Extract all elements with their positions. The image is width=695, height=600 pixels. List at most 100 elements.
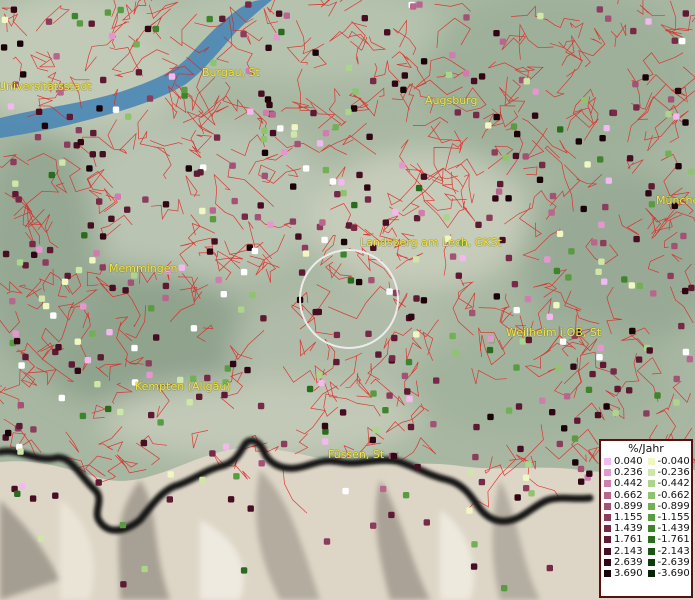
measurement-point[interactable] xyxy=(433,377,440,384)
measurement-point[interactable] xyxy=(148,305,155,312)
measurement-point[interactable] xyxy=(64,141,71,148)
measurement-point[interactable] xyxy=(315,308,322,316)
measurement-point[interactable] xyxy=(87,222,94,229)
measurement-point[interactable] xyxy=(114,193,121,200)
measurement-point[interactable] xyxy=(84,357,92,364)
measurement-point[interactable] xyxy=(510,123,518,130)
measurement-point[interactable] xyxy=(146,95,154,102)
measurement-point[interactable] xyxy=(596,6,603,13)
measurement-point[interactable] xyxy=(539,161,546,169)
measurement-point[interactable] xyxy=(491,149,498,156)
measurement-point[interactable] xyxy=(633,104,640,111)
measurement-point[interactable] xyxy=(262,109,270,117)
measurement-point[interactable] xyxy=(678,322,685,330)
measurement-point[interactable] xyxy=(31,251,38,258)
measurement-point[interactable] xyxy=(46,246,54,254)
measurement-point[interactable] xyxy=(17,448,24,455)
measurement-point[interactable] xyxy=(105,405,112,413)
measurement-point[interactable] xyxy=(449,52,456,59)
measurement-point[interactable] xyxy=(12,180,19,187)
measurement-point[interactable] xyxy=(323,538,331,545)
measurement-point[interactable] xyxy=(455,272,462,279)
measurement-point[interactable] xyxy=(141,565,148,573)
measurement-point[interactable] xyxy=(22,353,29,361)
measurement-point[interactable] xyxy=(79,412,87,420)
measurement-point[interactable] xyxy=(10,158,17,166)
measurement-point[interactable] xyxy=(524,295,532,303)
measurement-point[interactable] xyxy=(665,111,672,118)
map-canvas[interactable] xyxy=(0,0,695,600)
measurement-point[interactable] xyxy=(9,298,16,305)
measurement-point[interactable] xyxy=(563,393,571,400)
measurement-point[interactable] xyxy=(88,20,95,27)
measurement-point[interactable] xyxy=(414,463,421,471)
measurement-point[interactable] xyxy=(553,267,561,275)
measurement-point[interactable] xyxy=(71,12,79,20)
measurement-point[interactable] xyxy=(401,372,409,380)
measurement-point[interactable] xyxy=(258,460,265,467)
measurement-point[interactable] xyxy=(347,277,355,284)
measurement-point[interactable] xyxy=(574,417,581,424)
measurement-point[interactable] xyxy=(472,453,479,461)
measurement-point[interactable] xyxy=(322,166,330,174)
measurement-point[interactable] xyxy=(544,256,551,263)
measurement-point[interactable] xyxy=(626,387,633,394)
measurement-point[interactable] xyxy=(391,334,398,342)
measurement-point[interactable] xyxy=(605,15,612,22)
measurement-point[interactable] xyxy=(152,25,160,33)
measurement-point[interactable] xyxy=(430,421,437,428)
measurement-point[interactable] xyxy=(682,348,690,356)
measurement-point[interactable] xyxy=(372,426,379,434)
measurement-point[interactable] xyxy=(162,282,170,290)
measurement-point[interactable] xyxy=(555,365,562,372)
measurement-point[interactable] xyxy=(167,471,174,478)
measurement-point[interactable] xyxy=(106,329,113,336)
measurement-point[interactable] xyxy=(209,207,216,214)
measurement-point[interactable] xyxy=(29,240,36,248)
measurement-point[interactable] xyxy=(131,344,138,352)
measurement-point[interactable] xyxy=(674,87,682,95)
measurement-point[interactable] xyxy=(523,78,530,85)
measurement-point[interactable] xyxy=(332,124,339,131)
measurement-point[interactable] xyxy=(81,232,88,239)
measurement-point[interactable] xyxy=(599,135,606,142)
measurement-point[interactable] xyxy=(532,88,539,95)
measurement-point[interactable] xyxy=(492,195,499,202)
measurement-point[interactable] xyxy=(58,394,65,402)
measurement-point[interactable] xyxy=(502,154,509,161)
measurement-point[interactable] xyxy=(120,581,127,588)
measurement-point[interactable] xyxy=(321,422,329,430)
measurement-point[interactable] xyxy=(322,130,330,137)
measurement-point[interactable] xyxy=(364,184,371,191)
measurement-point[interactable] xyxy=(614,385,621,393)
measurement-point[interactable] xyxy=(645,190,652,197)
measurement-point[interactable] xyxy=(648,201,656,208)
measurement-point[interactable] xyxy=(665,150,672,157)
measurement-point[interactable] xyxy=(38,295,46,302)
measurement-point[interactable] xyxy=(633,235,640,243)
measurement-point[interactable] xyxy=(329,178,337,185)
measurement-point[interactable] xyxy=(454,109,461,116)
measurement-point[interactable] xyxy=(682,287,689,295)
measurement-point[interactable] xyxy=(515,403,523,410)
measurement-point[interactable] xyxy=(561,425,568,432)
measurement-point[interactable] xyxy=(206,248,214,255)
measurement-point[interactable] xyxy=(310,109,317,117)
measurement-point[interactable] xyxy=(537,12,544,20)
measurement-point[interactable] xyxy=(386,392,393,399)
measurement-point[interactable] xyxy=(470,563,478,570)
measurement-point[interactable] xyxy=(209,216,217,223)
measurement-point[interactable] xyxy=(17,40,24,47)
measurement-point[interactable] xyxy=(493,293,500,300)
measurement-point[interactable] xyxy=(350,224,358,231)
measurement-point[interactable] xyxy=(80,303,87,310)
measurement-point[interactable] xyxy=(162,201,170,208)
measurement-point[interactable] xyxy=(478,478,486,486)
measurement-point[interactable] xyxy=(384,29,391,36)
measurement-point[interactable] xyxy=(14,490,21,497)
measurement-point[interactable] xyxy=(345,64,353,71)
measurement-point[interactable] xyxy=(597,344,604,352)
measurement-point[interactable] xyxy=(10,6,18,13)
measurement-point[interactable] xyxy=(319,219,326,226)
measurement-point[interactable] xyxy=(260,136,268,143)
